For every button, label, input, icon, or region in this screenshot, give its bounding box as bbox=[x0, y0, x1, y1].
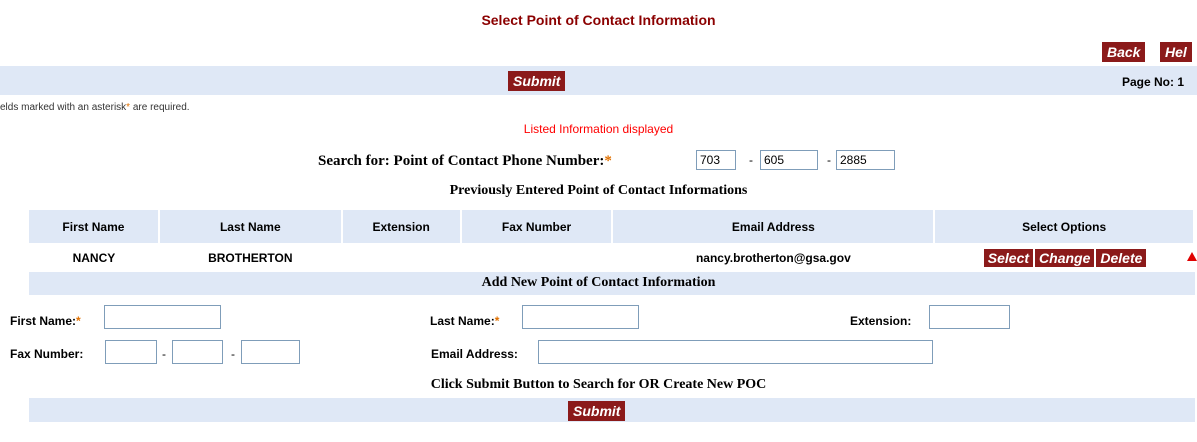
fax-number-label: Fax Number: bbox=[10, 347, 84, 361]
cell-last-name: BROTHERTON bbox=[208, 250, 293, 265]
first-name-label-wrap: First Name:* bbox=[10, 314, 81, 328]
table-row: NANCY BROTHERTON nancy.brotherton@gsa.go… bbox=[29, 243, 1194, 272]
fax-area-code-input[interactable] bbox=[105, 340, 157, 364]
last-name-label-wrap: Last Name:* bbox=[430, 314, 499, 328]
extension-input[interactable] bbox=[929, 305, 1010, 329]
phone-area-code-input[interactable] bbox=[696, 150, 736, 170]
last-name-asterisk: * bbox=[494, 314, 500, 328]
page-number: Page No: 1 bbox=[1122, 75, 1185, 89]
fax-prefix-input[interactable] bbox=[172, 340, 223, 364]
first-name-label: First Name: bbox=[10, 314, 77, 328]
col-last-name: Last Name bbox=[158, 210, 343, 243]
change-button[interactable]: Change bbox=[1035, 248, 1095, 267]
first-name-asterisk: * bbox=[76, 314, 81, 328]
required-note-prefix: elds marked with an asterisk bbox=[0, 102, 127, 113]
first-name-input[interactable] bbox=[104, 305, 221, 329]
search-label: Search for: Point of Contact Phone Numbe… bbox=[318, 153, 605, 169]
search-asterisk: * bbox=[604, 153, 612, 169]
submit-button-top[interactable]: Submit bbox=[508, 71, 566, 91]
cell-actions: Select Change Delete bbox=[934, 243, 1194, 272]
cell-email: nancy.brotherton@gsa.gov bbox=[695, 250, 851, 265]
submit-button-bottom[interactable]: Submit bbox=[568, 401, 626, 421]
phone-dash-1: - bbox=[749, 153, 753, 167]
previous-heading: Previously Entered Point of Contact Info… bbox=[449, 183, 748, 198]
cell-extension bbox=[342, 243, 461, 272]
phone-line-input[interactable] bbox=[836, 150, 895, 170]
col-email-address: Email Address bbox=[612, 210, 936, 243]
poc-table: First Name Last Name Extension Fax Numbe… bbox=[29, 210, 1195, 272]
col-select-options: Select Options bbox=[934, 210, 1195, 243]
phone-dash-2: - bbox=[827, 153, 831, 167]
add-new-heading: Add New Point of Contact Information bbox=[481, 275, 716, 290]
search-label-wrap: Search for: Point of Contact Phone Numbe… bbox=[318, 153, 612, 170]
page-title: Select Point of Contact Information bbox=[481, 12, 716, 28]
cell-first-name: NANCY bbox=[72, 250, 116, 265]
fax-dash-1: - bbox=[162, 347, 166, 361]
fax-dash-2: - bbox=[231, 347, 235, 361]
select-button[interactable]: Select bbox=[983, 248, 1034, 267]
warning-marker-icon bbox=[1187, 252, 1197, 261]
table-header-row: First Name Last Name Extension Fax Numbe… bbox=[29, 210, 1195, 243]
status-message: Listed Information displayed bbox=[523, 122, 674, 136]
col-first-name: First Name bbox=[29, 210, 160, 243]
cell-fax-number bbox=[461, 243, 613, 272]
last-name-label: Last Name: bbox=[430, 314, 495, 328]
fax-line-input[interactable] bbox=[241, 340, 300, 364]
footer-instruction: Click Submit Button to Search for OR Cre… bbox=[430, 377, 767, 392]
top-toolbar-band bbox=[0, 66, 1197, 95]
extension-label: Extension: bbox=[850, 314, 912, 328]
last-name-input[interactable] bbox=[522, 305, 639, 329]
required-note-suffix: are required. bbox=[130, 102, 190, 113]
required-note: elds marked with an asterisk* are requir… bbox=[0, 102, 190, 113]
phone-prefix-input[interactable] bbox=[760, 150, 818, 170]
email-address-input[interactable] bbox=[538, 340, 933, 364]
back-button[interactable]: Back bbox=[1102, 42, 1146, 62]
help-button[interactable]: Hel bbox=[1160, 42, 1192, 62]
col-fax-number: Fax Number bbox=[460, 210, 614, 243]
col-extension: Extension bbox=[341, 210, 462, 243]
delete-button[interactable]: Delete bbox=[1096, 248, 1147, 267]
email-address-label: Email Address: bbox=[431, 347, 518, 361]
